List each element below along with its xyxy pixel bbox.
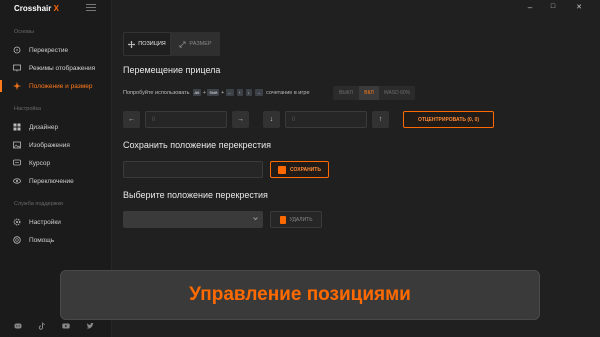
- move-up-button[interactable]: ↑: [372, 111, 389, 128]
- social-links: [14, 322, 96, 330]
- section-settings: Настройка: [14, 106, 42, 112]
- save-section-title: Сохранить положение перекрестия: [123, 140, 272, 150]
- app-window: Crosshair X Основы Перекрестие Режимы от…: [0, 0, 600, 337]
- move-icon: [13, 82, 21, 90]
- move-right-button[interactable]: →: [232, 111, 249, 128]
- chevron-down-icon: [253, 217, 258, 221]
- caption-banner: Управление позициями: [60, 270, 540, 320]
- hint-suffix: сочетание в игре: [266, 89, 310, 96]
- hint-prefix: Попробуйте использовать: [123, 89, 190, 96]
- image-icon: [13, 141, 21, 149]
- minimize-button[interactable]: –: [525, 3, 535, 12]
- move-left-button[interactable]: ←: [123, 111, 140, 128]
- key-left: ←: [225, 89, 234, 96]
- sidebar-item-label: Дизайнер: [29, 123, 59, 131]
- sidebar-item-display-modes[interactable]: Режимы отображения: [0, 60, 111, 76]
- sidebar-item-crosshair[interactable]: Перекрестие: [0, 42, 111, 58]
- mode-off[interactable]: ВЫКЛ: [333, 86, 359, 100]
- tab-label: ПОЗИЦИЯ: [138, 41, 166, 47]
- tab-position[interactable]: ПОЗИЦИЯ: [123, 32, 171, 56]
- shortcut-hint: Попробуйте использовать Alt + Shift + ← …: [123, 89, 310, 96]
- sidebar-item-label: Помощь: [29, 236, 55, 244]
- plus-sign: +: [220, 89, 225, 96]
- trash-icon: [279, 215, 286, 224]
- key-right: →: [254, 89, 263, 96]
- position-select[interactable]: [123, 211, 263, 228]
- sidebar-item-label: Перекрестие: [29, 46, 69, 54]
- maximize-button[interactable]: □: [548, 3, 558, 10]
- close-button[interactable]: ✕: [574, 3, 584, 11]
- move-section-title: Перемещение прицела: [123, 65, 221, 75]
- move-icon: [128, 40, 136, 48]
- delete-button[interactable]: УДАЛИТЬ: [270, 211, 322, 228]
- crosshair-icon: [13, 46, 21, 54]
- choose-section-title: Выберите положение перекрестия: [123, 190, 268, 200]
- sidebar-item-settings[interactable]: Настройки: [0, 214, 111, 230]
- key-up: ↑: [236, 89, 243, 96]
- sidebar-item-toggle[interactable]: Переключение: [0, 173, 111, 189]
- section-basics: Основы: [14, 29, 34, 35]
- sidebar-item-label: Положение и размер: [29, 82, 93, 90]
- save-button-label: СОХРАНИТЬ: [290, 166, 321, 173]
- youtube-icon[interactable]: [62, 322, 72, 330]
- sidebar-item-label: Настройки: [29, 218, 61, 226]
- sidebar-item-help[interactable]: Помощь: [0, 232, 111, 248]
- tab-bar: ПОЗИЦИЯ РАЗМЕР: [123, 32, 220, 56]
- sidebar-item-designer[interactable]: Дизайнер: [0, 119, 111, 135]
- app-logo: Crosshair X: [14, 4, 59, 13]
- grid-icon: [13, 123, 21, 131]
- y-position-input[interactable]: 0: [285, 111, 367, 128]
- sidebar-item-label: Курсор: [29, 159, 51, 167]
- sidebar-item-cursor[interactable]: Курсор: [0, 155, 111, 171]
- help-icon: [13, 236, 21, 244]
- hamburger-menu-icon[interactable]: [86, 4, 96, 12]
- mode-on[interactable]: ВКЛ: [359, 86, 379, 100]
- sidebar-item-position-size[interactable]: Положение и размер: [0, 78, 111, 94]
- discord-icon[interactable]: [14, 322, 24, 330]
- resize-icon: [179, 41, 186, 47]
- eye-icon: [13, 177, 21, 185]
- hotkey-mode-switch: ВЫКЛ ВКЛ WASD 60%: [333, 86, 415, 100]
- tab-label: РАЗМЕР: [189, 41, 212, 47]
- save-name-input[interactable]: [123, 161, 263, 178]
- sidebar-item-label: Изображения: [29, 141, 70, 149]
- sidebar-item-label: Режимы отображения: [29, 64, 96, 72]
- plus-sign: +: [202, 89, 206, 96]
- tab-size[interactable]: РАЗМЕР: [171, 32, 220, 56]
- save-button[interactable]: СОХРАНИТЬ: [270, 161, 329, 178]
- sidebar-item-label: Переключение: [29, 177, 74, 185]
- mode-wasd[interactable]: WASD 60%: [379, 86, 415, 100]
- monitor-icon: [13, 64, 21, 72]
- twitter-icon[interactable]: [86, 322, 96, 330]
- key-down: ↓: [245, 89, 252, 96]
- section-support: Служба поддержки: [14, 201, 63, 207]
- key-shift: Shift: [207, 89, 220, 96]
- sidebar-item-images[interactable]: Изображения: [0, 137, 111, 153]
- move-down-button[interactable]: ↓: [263, 111, 280, 128]
- bookmark-icon: [278, 165, 287, 174]
- x-position-input[interactable]: 0: [145, 111, 227, 128]
- gear-icon: [13, 218, 21, 226]
- center-button[interactable]: ОТЦЕНТРИРОВАТЬ (0, 0): [403, 111, 494, 128]
- cursor-icon: [13, 159, 21, 167]
- key-alt: Alt: [192, 89, 202, 96]
- tiktok-icon[interactable]: [38, 322, 48, 330]
- delete-button-label: УДАЛИТЬ: [289, 216, 313, 223]
